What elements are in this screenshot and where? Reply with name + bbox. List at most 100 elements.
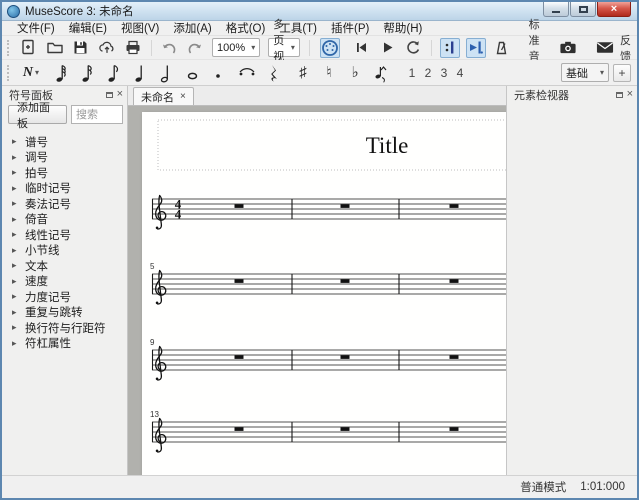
sharp-button[interactable]: ♯: [293, 63, 313, 83]
voice-4-button[interactable]: 4: [452, 66, 468, 80]
tab-close-icon[interactable]: ×: [180, 91, 186, 102]
close-panel-icon[interactable]: ×: [627, 89, 633, 100]
rewind-button[interactable]: [351, 38, 371, 58]
float-panel-icon[interactable]: [106, 92, 113, 98]
loop-playback-button[interactable]: [403, 38, 423, 58]
float-panel-icon[interactable]: [616, 92, 623, 98]
menu-format[interactable]: 格式(O): [219, 20, 273, 36]
expand-arrow-icon[interactable]: ▸: [12, 136, 25, 147]
expand-arrow-icon[interactable]: ▸: [12, 338, 25, 349]
voice-1-button[interactable]: 1: [404, 66, 420, 80]
score-title[interactable]: Title: [366, 133, 409, 158]
flat-button[interactable]: ♭: [345, 63, 365, 83]
voice-2-button[interactable]: 2: [420, 66, 436, 80]
flip-direction-button[interactable]: [371, 63, 391, 83]
expand-arrow-icon[interactable]: ▸: [12, 260, 25, 271]
midi-input-toggle[interactable]: [320, 38, 340, 58]
palette-item-beam-properties[interactable]: ▸符杠属性: [2, 336, 127, 352]
close-panel-icon[interactable]: ×: [117, 89, 123, 100]
palette-search-input[interactable]: [71, 105, 123, 124]
duration-eighth-button[interactable]: [104, 63, 124, 83]
palette-item-lines[interactable]: ▸线性记号: [2, 227, 127, 243]
system-1[interactable]: 4 4: [152, 196, 506, 230]
expand-arrow-icon[interactable]: ▸: [12, 183, 25, 194]
expand-arrow-icon[interactable]: ▸: [12, 152, 25, 163]
play-button[interactable]: [377, 38, 397, 58]
duration-quarter-button[interactable]: [130, 63, 150, 83]
system-4[interactable]: 13: [150, 410, 506, 452]
expand-arrow-icon[interactable]: ▸: [12, 291, 25, 302]
expand-arrow-icon[interactable]: ▸: [12, 276, 25, 287]
save-online-button[interactable]: [97, 38, 117, 58]
print-button[interactable]: [123, 38, 143, 58]
menu-file[interactable]: 文件(F): [10, 20, 62, 36]
palette-item-tempo[interactable]: ▸速度: [2, 274, 127, 290]
duration-half-button[interactable]: [156, 63, 176, 83]
score-canvas[interactable]: Title 4 4: [128, 106, 506, 475]
voice-3-button[interactable]: 3: [436, 66, 452, 80]
time-signature-denominator[interactable]: 4: [175, 207, 182, 222]
new-score-button[interactable]: [19, 38, 39, 58]
score-page[interactable]: Title 4 4: [142, 112, 506, 475]
close-button[interactable]: ×: [597, 2, 631, 17]
pan-playback-toggle[interactable]: [466, 38, 486, 58]
workspace-combobox[interactable]: 基础 ▾: [561, 63, 609, 82]
palette-item-barlines[interactable]: ▸小节线: [2, 243, 127, 259]
redo-button[interactable]: [185, 38, 205, 58]
menu-add[interactable]: 添加(A): [166, 20, 218, 36]
metronome-button[interactable]: [492, 38, 512, 58]
mode-indicator: 普通模式: [520, 479, 566, 495]
menu-view[interactable]: 视图(V): [114, 20, 166, 36]
title-frame[interactable]: [158, 120, 506, 170]
measure-number: 5: [150, 262, 155, 271]
view-mode-combobox[interactable]: 多页视图 ▾: [268, 38, 300, 57]
system-3[interactable]: 9: [150, 338, 506, 380]
position-indicator: 1:01:000: [580, 481, 625, 493]
undo-button[interactable]: [159, 38, 179, 58]
palette-item-repeats-jumps[interactable]: ▸重复与跳转: [2, 305, 127, 321]
feedback-button[interactable]: [595, 38, 615, 58]
palette-item-key-signatures[interactable]: ▸调号: [2, 150, 127, 166]
palette-item-text[interactable]: ▸文本: [2, 258, 127, 274]
duration-32nd-button[interactable]: [52, 63, 72, 83]
palette-item-dynamics[interactable]: ▸力度记号: [2, 289, 127, 305]
natural-button[interactable]: ♮: [319, 63, 339, 83]
toolbar-grip[interactable]: [7, 65, 11, 81]
palette-item-accidentals[interactable]: ▸临时记号: [2, 181, 127, 197]
menu-help[interactable]: 帮助(H): [376, 20, 429, 36]
expand-arrow-icon[interactable]: ▸: [12, 198, 25, 209]
add-palette-button[interactable]: 添加面板: [8, 105, 67, 124]
expand-arrow-icon[interactable]: ▸: [12, 245, 25, 256]
system-2[interactable]: 5: [150, 262, 506, 304]
menu-plugins[interactable]: 插件(P): [324, 20, 376, 36]
whole-rests: [235, 427, 459, 431]
palette-item-clefs[interactable]: ▸谱号: [2, 134, 127, 150]
expand-arrow-icon[interactable]: ▸: [12, 229, 25, 240]
zoom-combobox[interactable]: 100% ▾: [212, 38, 260, 57]
note-input-mode-button[interactable]: N ▾: [21, 63, 41, 83]
toolbar-grip[interactable]: [7, 40, 10, 56]
maximize-button[interactable]: [570, 2, 596, 17]
undo-arrow-icon: [165, 44, 175, 52]
expand-arrow-icon[interactable]: ▸: [12, 307, 25, 318]
score-tab-untitled[interactable]: 未命名 ×: [133, 87, 194, 105]
palette-item-grace-notes[interactable]: ▸倚音: [2, 212, 127, 228]
duration-16th-button[interactable]: [78, 63, 98, 83]
expand-arrow-icon[interactable]: ▸: [12, 214, 25, 225]
image-capture-button[interactable]: [558, 38, 578, 58]
open-file-button[interactable]: [45, 38, 65, 58]
augmentation-dot-button[interactable]: [208, 63, 228, 83]
rest-button[interactable]: [264, 63, 284, 83]
add-workspace-button[interactable]: +: [613, 64, 631, 82]
palette-item-breaks-spacers[interactable]: ▸换行符与行距符: [2, 320, 127, 336]
save-button[interactable]: [71, 38, 91, 58]
play-repeats-toggle[interactable]: [440, 38, 460, 58]
palette-item-articulations[interactable]: ▸奏法记号: [2, 196, 127, 212]
menu-edit[interactable]: 编辑(E): [62, 20, 114, 36]
expand-arrow-icon[interactable]: ▸: [12, 322, 25, 333]
expand-arrow-icon[interactable]: ▸: [12, 167, 25, 178]
duration-whole-button[interactable]: [182, 63, 202, 83]
tie-button[interactable]: [237, 63, 257, 83]
musescore-window: MuseScore 3: 未命名 × 文件(F) 编辑(E) 视图(V) 添加(…: [0, 0, 639, 500]
palette-item-time-signatures[interactable]: ▸拍号: [2, 165, 127, 181]
